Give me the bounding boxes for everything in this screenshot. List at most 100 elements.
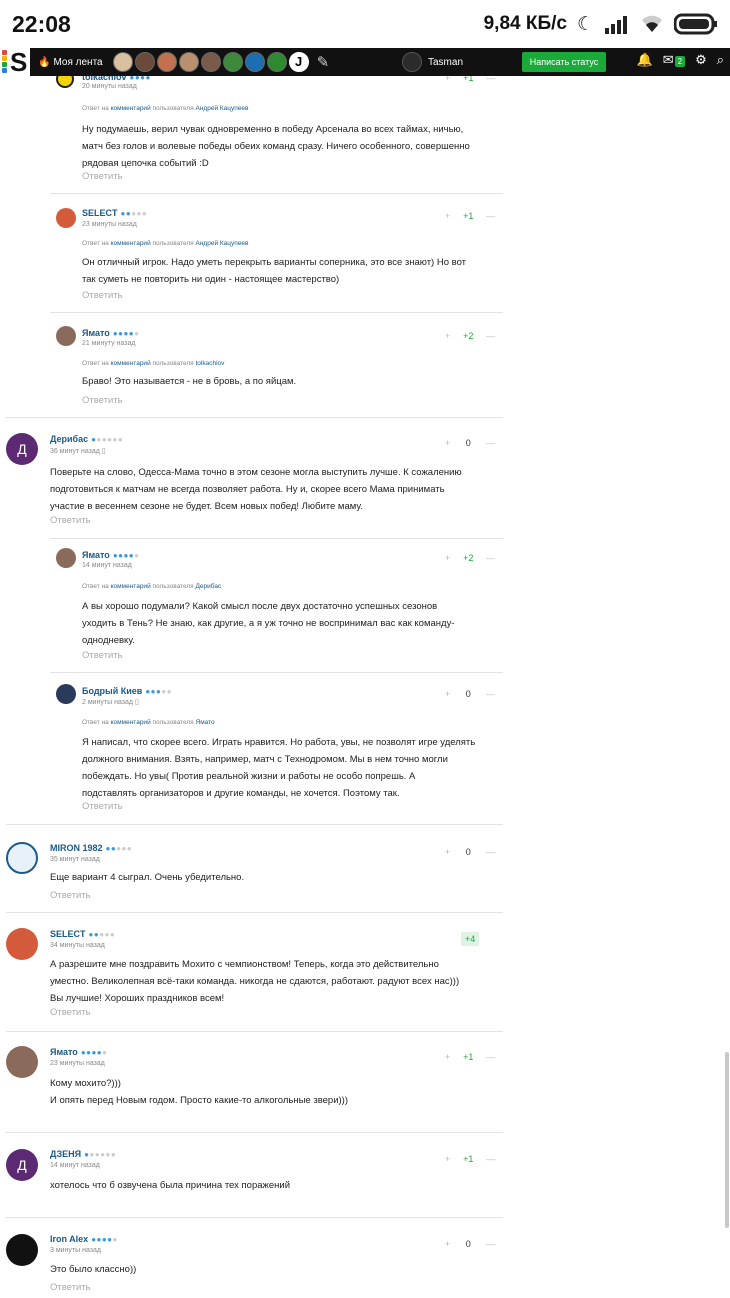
- subscription-avatar[interactable]: J: [288, 52, 309, 72]
- vote-controls: +0 —: [445, 689, 495, 699]
- comment-author[interactable]: SELECT ●●●●●: [82, 208, 147, 218]
- comment-score: +1: [463, 1154, 474, 1164]
- reply-button[interactable]: Ответить: [82, 290, 123, 301]
- vote-down-button[interactable]: —: [486, 211, 495, 221]
- reply-button[interactable]: Ответить: [82, 395, 123, 406]
- reply-button[interactable]: Ответить: [82, 171, 123, 182]
- comment-time: 21 минуту назад: [82, 340, 136, 347]
- subscription-avatar[interactable]: [200, 52, 221, 72]
- reply-user-link[interactable]: tolkachiov: [196, 360, 225, 367]
- vote-down-button[interactable]: —: [486, 1052, 495, 1062]
- comment-text: хотелось что б озвучена была причина тех…: [50, 1180, 291, 1191]
- subscription-avatar[interactable]: [244, 52, 265, 72]
- reply-comment-link[interactable]: комментарий: [111, 240, 151, 247]
- mail-count-badge: 2: [674, 56, 686, 67]
- avatar[interactable]: [56, 76, 74, 88]
- reply-button[interactable]: Ответить: [50, 515, 91, 526]
- vote-up-button[interactable]: +: [445, 438, 450, 448]
- vote-up-button[interactable]: +: [445, 689, 450, 699]
- reply-comment-link[interactable]: комментарий: [111, 719, 151, 726]
- avatar[interactable]: [6, 1234, 38, 1266]
- vote-up-button[interactable]: +: [445, 847, 450, 857]
- vote-down-button[interactable]: —: [486, 1154, 495, 1164]
- reply-button[interactable]: Ответить: [82, 650, 123, 661]
- vote-up-button[interactable]: +: [445, 1154, 450, 1164]
- reply-button[interactable]: Ответить: [82, 801, 123, 812]
- vote-up-button[interactable]: +: [445, 1239, 450, 1249]
- nav-icons: 🔔 ✉ 2 ⚙ ⌕: [637, 52, 724, 68]
- reply-button[interactable]: Ответить: [50, 890, 91, 901]
- divider: [6, 912, 503, 913]
- comment-author[interactable]: Дерибас ●●●●●●: [50, 434, 123, 444]
- wifi-icon: [642, 15, 662, 33]
- avatar[interactable]: [6, 928, 38, 960]
- reply-user-link[interactable]: Андрей Кацупеев: [196, 240, 249, 247]
- reply-user-link[interactable]: Ямато: [196, 719, 215, 726]
- reply-user-link[interactable]: Андрей Кацупеев: [196, 105, 249, 112]
- reply-user-link[interactable]: Дерибас: [196, 583, 222, 590]
- vote-down-button[interactable]: —: [486, 331, 495, 341]
- subscription-avatar[interactable]: [222, 52, 243, 72]
- avatar[interactable]: Д: [6, 1149, 38, 1181]
- reply-button[interactable]: Ответить: [50, 1007, 91, 1018]
- subscription-avatar[interactable]: [134, 52, 155, 72]
- bell-icon[interactable]: 🔔: [637, 52, 653, 68]
- vote-down-button[interactable]: —: [486, 553, 495, 563]
- comment-author[interactable]: Ямато ●●●●●: [50, 1047, 107, 1057]
- subscription-avatar[interactable]: [266, 52, 287, 72]
- gear-icon[interactable]: ⚙: [695, 52, 707, 68]
- divider: [50, 538, 503, 539]
- user-profile[interactable]: Tasman: [402, 52, 463, 72]
- subscription-avatar[interactable]: [156, 52, 177, 72]
- comment-time: 14 минут назад: [50, 1162, 100, 1169]
- comment-author[interactable]: MIRON 1982 ●●●●●: [50, 843, 132, 853]
- pencil-icon[interactable]: ✎: [317, 53, 330, 71]
- comment-author[interactable]: SELECT ●●●●●: [50, 929, 115, 939]
- reply-info: Ответ на комментарий пользователя tolkac…: [82, 360, 225, 367]
- write-status-button[interactable]: Написать статус: [522, 52, 606, 72]
- vote-down-button[interactable]: —: [486, 1239, 495, 1249]
- scrollbar-thumb[interactable]: [725, 1052, 729, 1228]
- comment-score: +1: [463, 211, 474, 221]
- vote-controls: + +1 —: [445, 1154, 495, 1164]
- avatar[interactable]: [6, 842, 38, 874]
- site-navbar: S 🔥 Моя лента J ✎ Tasman Написать статус…: [0, 48, 730, 76]
- reply-comment-link[interactable]: комментарий: [111, 583, 151, 590]
- vote-down-button[interactable]: —: [486, 847, 495, 857]
- divider: [50, 193, 503, 194]
- vote-up-button[interactable]: +: [445, 553, 450, 563]
- subscription-avatar[interactable]: [112, 52, 133, 72]
- mail-icon[interactable]: ✉ 2: [663, 52, 686, 68]
- my-feed-link[interactable]: 🔥 Моя лента: [38, 57, 103, 68]
- vote-up-button[interactable]: +: [445, 331, 450, 341]
- reply-button[interactable]: Ответить: [50, 1282, 91, 1293]
- comment-text: Еще вариант 4 сыграл. Очень убедительно.: [50, 872, 245, 883]
- avatar[interactable]: [6, 1046, 38, 1078]
- avatar[interactable]: [56, 684, 76, 704]
- comment-author[interactable]: Ямато ●●●●●: [82, 328, 139, 338]
- vote-up-button[interactable]: +: [445, 76, 450, 83]
- comment-author[interactable]: Ямато ●●●●●: [82, 550, 139, 560]
- avatar[interactable]: [56, 548, 76, 568]
- vote-up-button[interactable]: +: [445, 1052, 450, 1062]
- vote-up-button[interactable]: +: [445, 211, 450, 221]
- site-logo[interactable]: S: [0, 48, 30, 76]
- vote-down-button[interactable]: —: [486, 689, 495, 699]
- comment-author[interactable]: tolkachiov ●●●●: [82, 76, 151, 82]
- comment-score: 0: [465, 1239, 471, 1249]
- avatar[interactable]: [56, 208, 76, 228]
- reply-comment-link[interactable]: комментарий: [111, 105, 151, 112]
- search-icon[interactable]: ⌕: [717, 52, 724, 68]
- comment-author[interactable]: Бодрый Киев ●●●●●: [82, 686, 172, 696]
- signal-icon: [605, 16, 627, 34]
- subscription-avatar[interactable]: [178, 52, 199, 72]
- comment-author[interactable]: Iron Alex ●●●●●: [50, 1234, 118, 1244]
- comment-author[interactable]: ДЗЕНЯ ●●●●●●: [50, 1149, 116, 1159]
- avatar[interactable]: Д: [6, 433, 38, 465]
- battery-icon: [674, 13, 717, 35]
- comment-text: Я написал, что скорее всего. Играть нрав…: [82, 737, 476, 799]
- avatar[interactable]: [56, 326, 76, 346]
- reply-comment-link[interactable]: комментарий: [111, 360, 151, 367]
- vote-down-button[interactable]: —: [486, 76, 495, 83]
- vote-down-button[interactable]: —: [486, 438, 495, 448]
